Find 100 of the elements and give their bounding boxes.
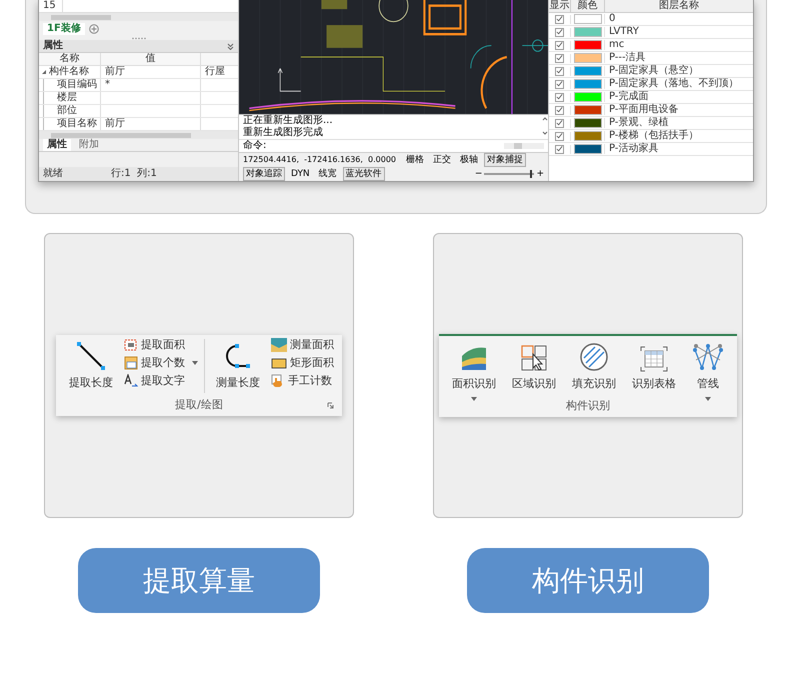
ribbon-button[interactable]: 面积识别 — [447, 336, 501, 401]
panel-tab[interactable]: 附加 — [75, 139, 103, 151]
table-cell: 15 — [39, 0, 63, 12]
column-header: 名称 — [39, 53, 101, 65]
ribbon-group-title: 构件识别 — [566, 398, 610, 414]
column-header: 值 — [101, 53, 201, 65]
layer-name[interactable]: P-景观、绿植 — [605, 117, 672, 129]
command-history-line: 重新生成图形完成 — [243, 127, 324, 139]
layer-color-swatch[interactable] — [574, 92, 602, 102]
property-value: 前厅 — [105, 118, 125, 130]
panel-title: 属性 — [43, 40, 63, 52]
layer-color-swatch[interactable] — [574, 27, 602, 37]
ribbon-tool-icon — [124, 356, 138, 370]
ribbon-button[interactable]: 管线 — [687, 336, 729, 401]
property-value: * — [105, 79, 110, 91]
ribbon-button[interactable]: 识别表格 — [627, 336, 681, 393]
scrollbar[interactable] — [39, 131, 238, 139]
status-text: 就绪 — [43, 168, 63, 180]
layer-name[interactable]: P-完成面 — [605, 91, 652, 103]
ribbon-button[interactable]: 提取长度 — [64, 335, 118, 392]
caret-icon — [705, 396, 711, 401]
status-toggle[interactable]: 对象追踪 — [243, 167, 285, 181]
add-icon[interactable] — [88, 24, 99, 34]
line-tool-icon — [76, 339, 106, 372]
layer-color-swatch[interactable] — [574, 144, 602, 154]
scroll-arrows-icon[interactable] — [542, 115, 548, 137]
coordinates-readout: 172504.4416, -172416.1636, 0.0000 — [243, 154, 398, 166]
property-name: 项目名称 — [57, 118, 97, 130]
column-header: 显示 — [549, 0, 571, 12]
ribbon-button[interactable]: 测量面积 — [271, 337, 334, 352]
ribbon-button[interactable]: 测量长度 — [211, 335, 265, 392]
layer-name[interactable]: mc — [605, 39, 628, 51]
collapse-icon[interactable] — [227, 42, 234, 50]
status-toggle[interactable]: 极轴 — [457, 153, 482, 167]
visibility-checkbox[interactable] — [555, 118, 564, 128]
visibility-checkbox[interactable] — [555, 132, 564, 140]
property-value: 前厅 — [105, 66, 125, 78]
ribbon-button[interactable]: 提取个数 — [124, 355, 198, 370]
caret-icon — [192, 360, 198, 365]
layer-name[interactable]: 0 — [605, 13, 620, 25]
cursor-position: 行:1 列:1 — [111, 168, 157, 180]
layer-name[interactable]: P-楼梯（包括扶手） — [605, 130, 702, 142]
layer-color-swatch[interactable] — [574, 14, 602, 24]
ribbon-button[interactable]: 手工计数 — [271, 373, 334, 388]
splitter-grip-icon[interactable] — [132, 37, 146, 40]
status-toggle[interactable]: DYN — [288, 167, 313, 181]
layer-color-swatch[interactable] — [574, 105, 602, 115]
layer-name[interactable]: P-固定家具（悬空） — [605, 65, 702, 77]
visibility-checkbox[interactable] — [555, 28, 564, 36]
layer-name[interactable]: P-活动家具 — [605, 143, 662, 155]
visibility-checkbox[interactable] — [555, 106, 564, 114]
ribbon-button[interactable]: 提取面积 — [124, 337, 198, 352]
ribbon-tool-icon — [271, 374, 285, 388]
layer-color-swatch[interactable] — [574, 40, 602, 50]
expander-icon[interactable] — [40, 68, 48, 76]
layer-color-swatch[interactable] — [574, 79, 602, 89]
visibility-checkbox[interactable] — [555, 144, 564, 154]
property-name: 构件名称 — [49, 66, 89, 78]
visibility-checkbox[interactable] — [555, 40, 564, 50]
property-name: 楼层 — [57, 92, 77, 104]
ribbon-button[interactable]: 提取文字 — [124, 373, 198, 388]
scrollbar[interactable] — [504, 143, 544, 149]
status-toggle[interactable]: 正交 — [430, 153, 454, 167]
ribbon-button[interactable]: 填充识别 — [567, 336, 621, 393]
ribbon-tool-icon — [124, 338, 138, 352]
layer-name[interactable]: P-平面用电设备 — [605, 104, 682, 116]
layer-name[interactable]: P---洁具 — [605, 52, 650, 64]
layer-color-swatch[interactable] — [574, 131, 602, 141]
status-toggle[interactable]: 蓝光软件 — [342, 167, 385, 181]
scrollbar[interactable] — [39, 13, 238, 21]
zoom-slider-thumb[interactable] — [530, 170, 532, 178]
dialog-launcher-icon[interactable] — [327, 402, 334, 409]
status-toggle[interactable]: 对象捕捉 — [484, 153, 526, 167]
zoom-in-label[interactable]: + — [536, 168, 544, 180]
property-value: 行屋 — [205, 66, 225, 78]
visibility-checkbox[interactable] — [555, 92, 564, 102]
panel-tab[interactable]: 属性 — [43, 139, 71, 151]
ribbon-tool-icon — [271, 338, 287, 352]
ribbon-tool-icon — [124, 374, 138, 388]
caret-icon — [471, 396, 477, 401]
visibility-checkbox[interactable] — [555, 80, 564, 88]
status-toggle[interactable]: 线宽 — [316, 167, 340, 181]
property-name: 项目编码 — [57, 79, 97, 91]
ribbon-group-title: 提取/绘图 — [175, 397, 223, 414]
column-header: 图层名称 — [658, 0, 700, 12]
layer-name[interactable]: P-固定家具（落地、不到顶） — [605, 78, 742, 90]
layer-name[interactable]: LVTRY — [605, 26, 643, 38]
layer-color-swatch[interactable] — [574, 53, 602, 63]
layer-color-swatch[interactable] — [574, 118, 602, 128]
ribbon-button[interactable]: 区域识别 — [507, 336, 561, 393]
status-toggle[interactable]: 栅格 — [403, 153, 428, 167]
ribbon-tool-icon — [271, 356, 287, 370]
visibility-checkbox[interactable] — [555, 66, 564, 76]
ribbon-button[interactable]: 矩形面积 — [271, 355, 334, 370]
zoom-out-label[interactable]: − — [474, 168, 482, 180]
command-history-line: 正在重新生成图形... — [243, 115, 334, 126]
layer-color-swatch[interactable] — [574, 66, 602, 76]
sheet-tab[interactable]: 1F装修 — [43, 23, 85, 35]
visibility-checkbox[interactable] — [555, 54, 564, 62]
visibility-checkbox[interactable] — [555, 14, 564, 24]
